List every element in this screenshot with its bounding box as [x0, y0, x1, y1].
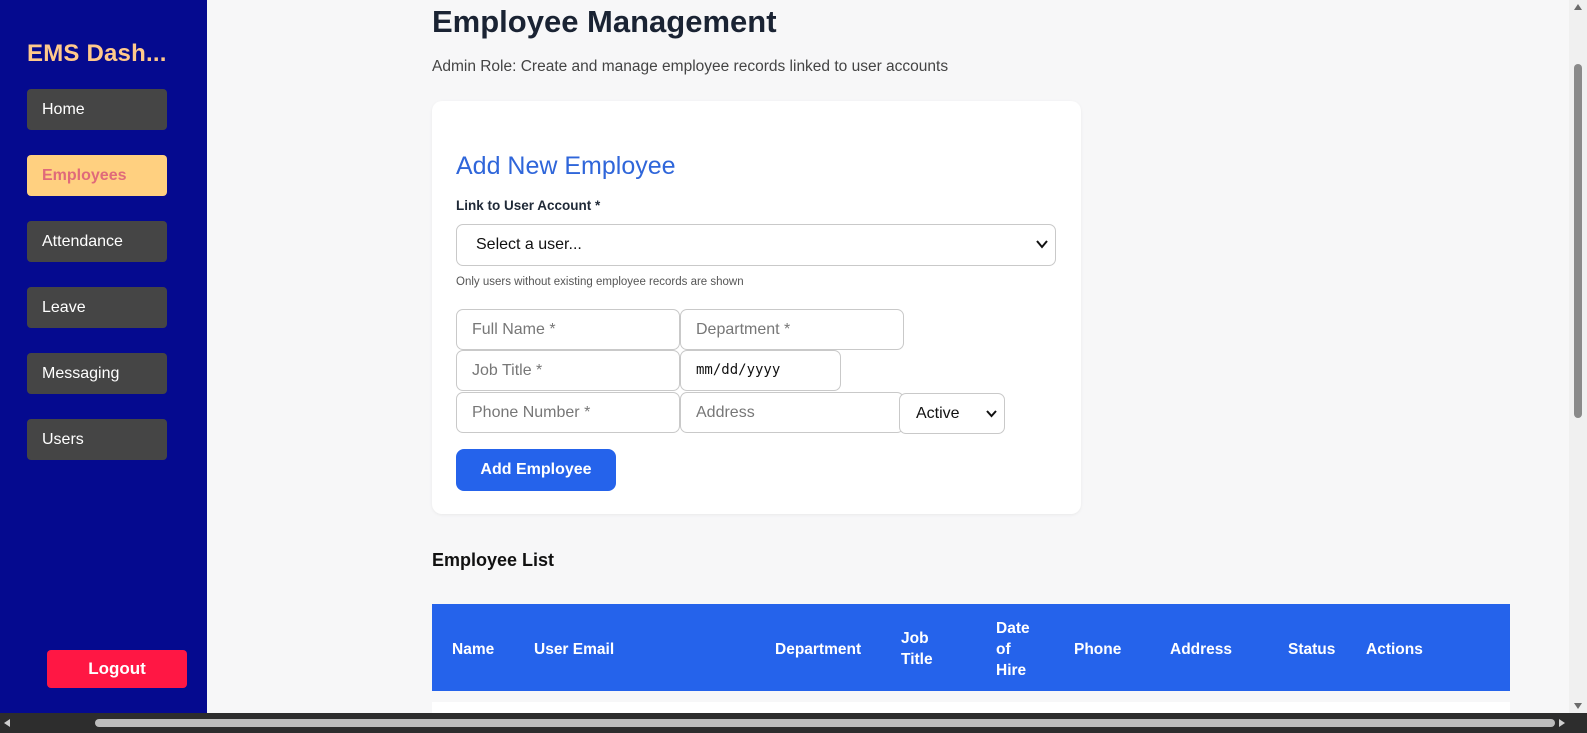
employee-table-header: Name User Email Department Job Title Dat… [432, 604, 1510, 691]
main-content: Employee Management Admin Role: Create a… [207, 0, 1573, 716]
sidebar-item-leave[interactable]: Leave [27, 287, 167, 328]
sidebar-item-messaging[interactable]: Messaging [27, 353, 167, 394]
sidebar-item-users[interactable]: Users [27, 419, 167, 460]
phone-number-input[interactable]: Phone Number * [456, 392, 680, 433]
column-header-address: Address [1170, 641, 1233, 658]
column-header-department: Department [775, 641, 862, 658]
sidebar-item-attendance[interactable]: Attendance [27, 221, 167, 262]
horizontal-scrollbar[interactable] [0, 713, 1587, 733]
scroll-right-icon[interactable] [1559, 719, 1565, 727]
user-select-value: Select a user... [476, 236, 582, 253]
page-subtitle: Admin Role: Create and manage employee r… [432, 58, 949, 75]
sidebar: EMS Dash... Home Employees Attendance Le… [0, 0, 207, 713]
column-header-phone: Phone [1074, 641, 1122, 658]
brand-title: EMS Dash... [27, 40, 167, 67]
column-header-actions: Actions [1366, 641, 1423, 658]
chevron-down-icon [1036, 240, 1048, 249]
page-title: Employee Management [432, 4, 777, 39]
sidebar-item-employees[interactable]: Employees [27, 155, 167, 196]
horizontal-scroll-thumb[interactable] [95, 719, 1555, 727]
logout-button[interactable]: Logout [47, 650, 187, 688]
sidebar-item-home[interactable]: Home [27, 89, 167, 130]
column-header-status: Status [1288, 641, 1336, 658]
column-header-date-of-hire: Date of Hire [996, 620, 1030, 679]
department-input[interactable]: Department * [680, 309, 904, 350]
user-account-select[interactable]: Select a user... [456, 224, 1056, 266]
employee-list-title: Employee List [432, 550, 555, 570]
status-select-value: Active [916, 405, 960, 422]
full-name-input[interactable]: Full Name * [456, 309, 680, 350]
column-header-user-email: User Email [534, 641, 615, 658]
column-header-job-title: Job Title [901, 630, 933, 668]
add-employee-card: Add New Employee Link to User Account * … [432, 101, 1081, 514]
link-user-label: Link to User Account * [456, 198, 601, 213]
add-employee-button[interactable]: Add Employee [456, 449, 616, 491]
scroll-up-icon[interactable] [1574, 4, 1582, 10]
address-input[interactable]: Address [680, 392, 904, 433]
user-select-hint: Only users without existing employee rec… [456, 276, 744, 288]
date-of-hire-input[interactable]: mm/dd/yyyy [680, 350, 841, 391]
job-title-input[interactable]: Job Title * [456, 350, 680, 391]
column-header-name: Name [452, 641, 495, 658]
form-title: Add New Employee [456, 152, 676, 180]
vertical-scrollbar[interactable] [1569, 0, 1587, 713]
chevron-down-icon [986, 410, 997, 418]
scroll-left-icon[interactable] [4, 719, 10, 727]
vertical-scroll-thumb[interactable] [1574, 64, 1582, 418]
scroll-down-icon[interactable] [1574, 703, 1582, 709]
status-select[interactable]: Active [899, 393, 1005, 434]
